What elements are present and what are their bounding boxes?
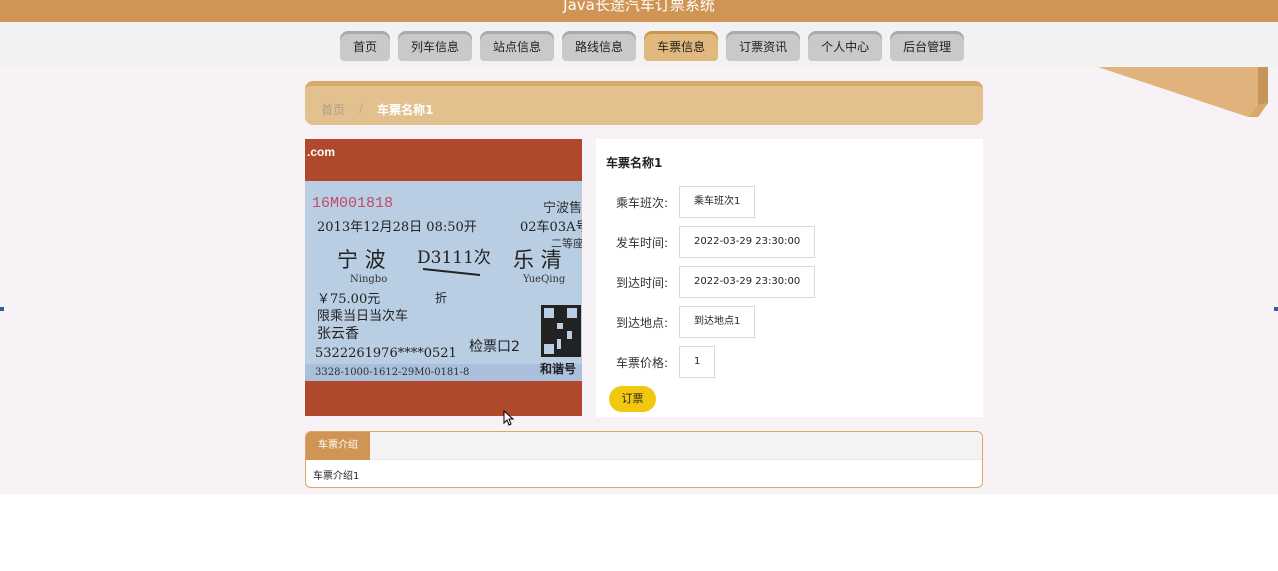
nav-item-booking-news[interactable]: 订票资讯	[726, 31, 801, 61]
ticket-detail-panel: 车票名称1 乘车班次: 乘车班次1 发车时间: 2022-03-29 23:30…	[596, 139, 983, 417]
field-value: 到达地点1	[679, 306, 756, 338]
field-label: 乘车班次:	[616, 195, 669, 210]
field-label: 发车时间:	[616, 235, 669, 250]
ticket-from: 宁 波	[337, 248, 386, 272]
ticket-serial: 16M001818	[312, 195, 393, 212]
nav-item-train-info[interactable]: 列车信息	[398, 31, 473, 61]
field-value: 2022-03-29 23:30:00	[679, 266, 816, 298]
field-value: 2022-03-29 23:30:00	[679, 226, 816, 258]
top-title-bar: Java长途汽车订票系统	[0, 0, 1278, 22]
field-row-ticket-price: 车票价格: 1	[616, 346, 716, 378]
ticket-datetime: 2013年12月28日 08:50开	[317, 220, 477, 235]
decorative-banner-shape	[1098, 67, 1268, 117]
ticket-discount: 折	[435, 290, 447, 305]
field-label: 到达时间:	[616, 275, 669, 290]
ticket-intro-panel: 车票介绍 车票介绍1	[305, 431, 983, 488]
field-value: 乘车班次1	[679, 186, 756, 218]
main-nav-bar: 首页 列车信息 站点信息 路线信息 车票信息 订票资讯 个人中心 后台管理	[0, 22, 1278, 67]
ticket-name: 车票名称1	[606, 156, 663, 170]
site-title: Java长途汽车订票系统	[563, 0, 715, 14]
field-row-departure-time: 发车时间: 2022-03-29 23:30:00	[616, 226, 816, 258]
breadcrumb: 首页 / 车票名称1	[321, 101, 433, 118]
intro-tab-bar: 车票介绍	[306, 432, 982, 460]
breadcrumb-home-link[interactable]: 首页	[321, 101, 345, 118]
ticket-origin-corner: 宁波售	[543, 200, 582, 216]
train-ticket-image: .com 16M001818 宁波售 2013年12月28日 08:50开 02…	[305, 139, 582, 416]
field-row-arrival-place: 到达地点: 到达地点1	[616, 306, 756, 338]
ticket-price: ￥75.00元	[317, 292, 380, 307]
ticket-id-no: 5322261976****0521	[315, 346, 457, 361]
field-label: 车票价格:	[616, 355, 669, 370]
ticket-to-pinyin: YueQing	[522, 274, 566, 285]
intro-content: 车票介绍1	[313, 471, 360, 482]
field-row-train-shift: 乘车班次: 乘车班次1	[616, 186, 756, 218]
ticket-seat: 02车03A号	[520, 219, 582, 235]
ticket-gate: 检票口2	[469, 339, 520, 355]
nav-item-admin[interactable]: 后台管理	[890, 31, 965, 61]
order-ticket-button[interactable]: 订票	[609, 386, 656, 412]
nav-item-route-info[interactable]: 路线信息	[562, 31, 637, 61]
nav-item-personal-center[interactable]: 个人中心	[808, 31, 883, 61]
ticket-footer-brand: 和谐号	[539, 361, 576, 376]
ticket-from-pinyin: Ningbo	[350, 274, 387, 285]
nav-item-ticket-info[interactable]: 车票信息	[644, 31, 719, 61]
ticket-photo: .com 16M001818 宁波售 2013年12月28日 08:50开 02…	[305, 139, 582, 416]
ticket-to: 乐 清	[513, 248, 562, 272]
nav-item-station-info[interactable]: 站点信息	[480, 31, 555, 61]
breadcrumb-separator: /	[359, 101, 364, 115]
field-label: 到达地点:	[616, 315, 669, 330]
breadcrumb-bar: 首页 / 车票名称1	[305, 81, 983, 125]
page: Java长途汽车订票系统 首页 列车信息 站点信息 路线信息 车票信息 订票资讯…	[0, 0, 1278, 571]
left-edge-marker	[0, 307, 4, 311]
tab-ticket-intro[interactable]: 车票介绍	[306, 432, 370, 460]
nav-item-home[interactable]: 首页	[340, 31, 391, 61]
right-edge-marker	[1274, 307, 1278, 311]
ticket-watermark: .com	[307, 145, 335, 159]
ticket-passenger: 张云香	[317, 326, 359, 342]
ticket-train-no: D3111次	[417, 248, 491, 268]
ticket-qr-code	[541, 305, 581, 357]
mouse-cursor-icon	[503, 410, 515, 426]
main-nav: 首页 列车信息 站点信息 路线信息 车票信息 订票资讯 个人中心 后台管理	[340, 31, 965, 61]
ticket-barcode-text: 3328-1000-1612-29M0-0181-8	[315, 367, 469, 378]
breadcrumb-current: 车票名称1	[377, 103, 434, 117]
field-value: 1	[679, 346, 716, 378]
field-row-arrival-time: 到达时间: 2022-03-29 23:30:00	[616, 266, 816, 298]
ticket-limit: 限乘当日当次车	[317, 308, 408, 324]
